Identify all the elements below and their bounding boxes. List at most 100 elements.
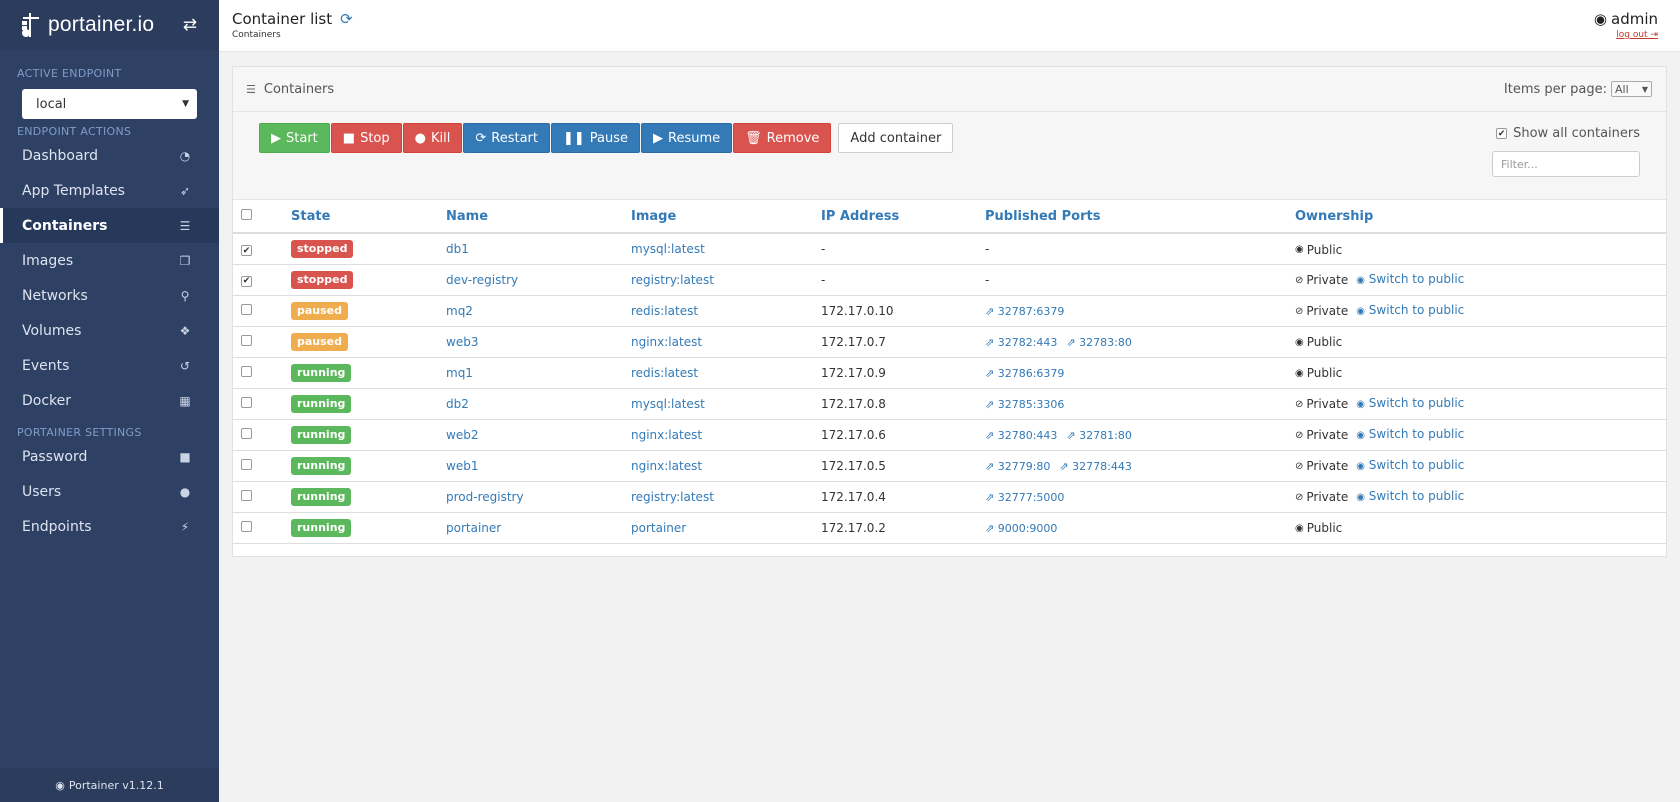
column-ports[interactable]: Published Ports: [985, 200, 1295, 234]
switch-to-public-link[interactable]: ◉ Switch to public: [1356, 272, 1464, 286]
image-link[interactable]: registry:latest: [631, 273, 714, 287]
sidebar-item-images[interactable]: Images ❐: [0, 243, 219, 278]
image-cell: registry:latest: [631, 481, 821, 513]
port-link[interactable]: ⇗ 32787:6379: [985, 305, 1064, 318]
remove-button[interactable]: 🗑 Remove: [733, 123, 832, 153]
pause-button[interactable]: ❚❚ Pause: [550, 123, 641, 153]
exchange-icon[interactable]: ⇄: [183, 15, 197, 35]
row-checkbox[interactable]: [241, 303, 252, 315]
image-link[interactable]: registry:latest: [631, 490, 714, 504]
image-link[interactable]: mysql:latest: [631, 397, 705, 411]
row-checkbox[interactable]: [241, 334, 252, 346]
page-title: Container list ⟳: [232, 10, 353, 28]
container-name-link[interactable]: portainer: [446, 521, 501, 535]
row-checkbox[interactable]: [241, 489, 252, 501]
port-link[interactable]: ⇗ 32785:3306: [985, 398, 1064, 411]
items-per-page-select[interactable]: All ▼: [1611, 81, 1652, 97]
name-cell: mq1: [446, 357, 631, 389]
sidebar-item-containers[interactable]: Containers ☰: [0, 208, 219, 243]
column-ip[interactable]: IP Address: [821, 200, 985, 234]
brand-logo-link[interactable]: portainer.io: [20, 12, 154, 38]
row-checkbox[interactable]: [241, 427, 252, 439]
port-link[interactable]: ⇗ 32783:80: [1066, 336, 1131, 349]
sidebar-item-endpoints[interactable]: Endpoints ⚡: [0, 509, 219, 544]
container-name-link[interactable]: mq1: [446, 366, 473, 380]
container-name-link[interactable]: dev-registry: [446, 273, 518, 287]
add-container-button[interactable]: Add container: [838, 123, 954, 153]
switch-to-public-link[interactable]: ◉ Switch to public: [1356, 396, 1464, 410]
start-button[interactable]: ▶ Start: [259, 123, 330, 153]
switch-to-public-link[interactable]: ◉ Switch to public: [1356, 458, 1464, 472]
ownership-cell: ⊘ Private ◉ Switch to public: [1295, 481, 1666, 513]
restart-button[interactable]: ⟳ Restart: [463, 123, 550, 153]
refresh-icon[interactable]: ⟳: [340, 10, 353, 28]
port-link[interactable]: ⇗ 32786:6379: [985, 367, 1064, 380]
image-link[interactable]: mysql:latest: [631, 242, 705, 256]
sidebar-item-app-templates[interactable]: App Templates ➶: [0, 173, 219, 208]
sidebar-item-networks[interactable]: Networks ⚲: [0, 278, 219, 313]
port-link[interactable]: ⇗ 32780:443: [985, 429, 1057, 442]
port-link[interactable]: ⇗ 9000:9000: [985, 522, 1057, 535]
sidebar-item-events[interactable]: Events ↺: [0, 348, 219, 383]
kill-button[interactable]: ● Kill: [402, 123, 463, 153]
row-checkbox[interactable]: [241, 396, 252, 408]
endpoint-select[interactable]: local ▼: [22, 89, 197, 119]
show-all-toggle[interactable]: ✔ Show all containers: [1496, 126, 1640, 141]
container-name-link[interactable]: web3: [446, 335, 478, 349]
row-checkbox[interactable]: [241, 520, 252, 532]
column-ownership[interactable]: Ownership: [1295, 200, 1666, 234]
sidebar-item-volumes[interactable]: Volumes ❖: [0, 313, 219, 348]
sidebar-item-docker[interactable]: Docker ▦: [0, 383, 219, 418]
image-link[interactable]: nginx:latest: [631, 459, 702, 473]
image-link[interactable]: redis:latest: [631, 304, 698, 318]
filter-input[interactable]: Filter...: [1492, 151, 1640, 177]
port-link[interactable]: ⇗ 32778:443: [1059, 460, 1131, 473]
image-link[interactable]: nginx:latest: [631, 428, 702, 442]
switch-to-public-link[interactable]: ◉ Switch to public: [1356, 427, 1464, 441]
column-name[interactable]: Name: [446, 200, 631, 234]
name-cell: portainer: [446, 512, 631, 544]
ownership-value: ⊘ Private: [1295, 490, 1349, 505]
plug-icon: ⚡: [180, 519, 190, 534]
stop-button[interactable]: ■ Stop: [330, 123, 402, 153]
port-link[interactable]: ⇗ 32777:5000: [985, 491, 1064, 504]
ip-address: 172.17.0.9: [821, 365, 886, 380]
ip-cell: 172.17.0.10: [821, 295, 985, 327]
row-checkbox[interactable]: [241, 458, 252, 470]
sidebar-item-users[interactable]: Users ●: [0, 474, 219, 509]
container-name-link[interactable]: mq2: [446, 304, 473, 318]
image-link[interactable]: redis:latest: [631, 366, 698, 380]
sidebar-item-label: Volumes: [22, 322, 82, 339]
external-link-icon: ⇗: [985, 459, 995, 473]
external-link-icon: ⇗: [985, 366, 995, 380]
sidebar-item-dashboard[interactable]: Dashboard ◔: [0, 138, 219, 173]
container-name-link[interactable]: web1: [446, 459, 478, 473]
switch-to-public-link[interactable]: ◉ Switch to public: [1356, 303, 1464, 317]
switch-to-public-link[interactable]: ◉ Switch to public: [1356, 489, 1464, 503]
ownership-value: ⊘ Private: [1295, 273, 1349, 288]
port-link[interactable]: ⇗ 32779:80: [985, 460, 1050, 473]
image-link[interactable]: portainer: [631, 521, 686, 535]
table-row: running prod-registry registry:latest 172.1…: [233, 481, 1666, 513]
container-name-link[interactable]: db1: [446, 242, 469, 256]
ownership-cell: ◉ Public: [1295, 357, 1666, 389]
port-link[interactable]: ⇗ 32782:443: [985, 336, 1057, 349]
container-name-link[interactable]: db2: [446, 397, 469, 411]
column-image[interactable]: Image: [631, 200, 821, 234]
container-name-link[interactable]: web2: [446, 428, 478, 442]
logout-link[interactable]: log out ⇥: [1616, 30, 1658, 40]
select-all-checkbox[interactable]: [241, 208, 252, 220]
resume-button[interactable]: ▶ Resume: [641, 123, 733, 153]
brand-bar: portainer.io ⇄: [0, 0, 219, 50]
ports-cell: ⇗ 32786:6379: [985, 357, 1295, 389]
row-checkbox[interactable]: ✔: [241, 245, 252, 256]
sidebar-item-password[interactable]: Password ■: [0, 439, 219, 474]
column-state[interactable]: State: [291, 200, 446, 234]
container-name-link[interactable]: prod-registry: [446, 490, 524, 504]
image-link[interactable]: nginx:latest: [631, 335, 702, 349]
row-checkbox[interactable]: ✔: [241, 275, 252, 287]
show-all-checkbox[interactable]: ✔: [1496, 128, 1508, 139]
row-checkbox[interactable]: [241, 365, 252, 377]
table-row: running web2 nginx:latest 172.17.0.6 ⇗ 32780…: [233, 419, 1666, 451]
port-link[interactable]: ⇗ 32781:80: [1066, 429, 1131, 442]
